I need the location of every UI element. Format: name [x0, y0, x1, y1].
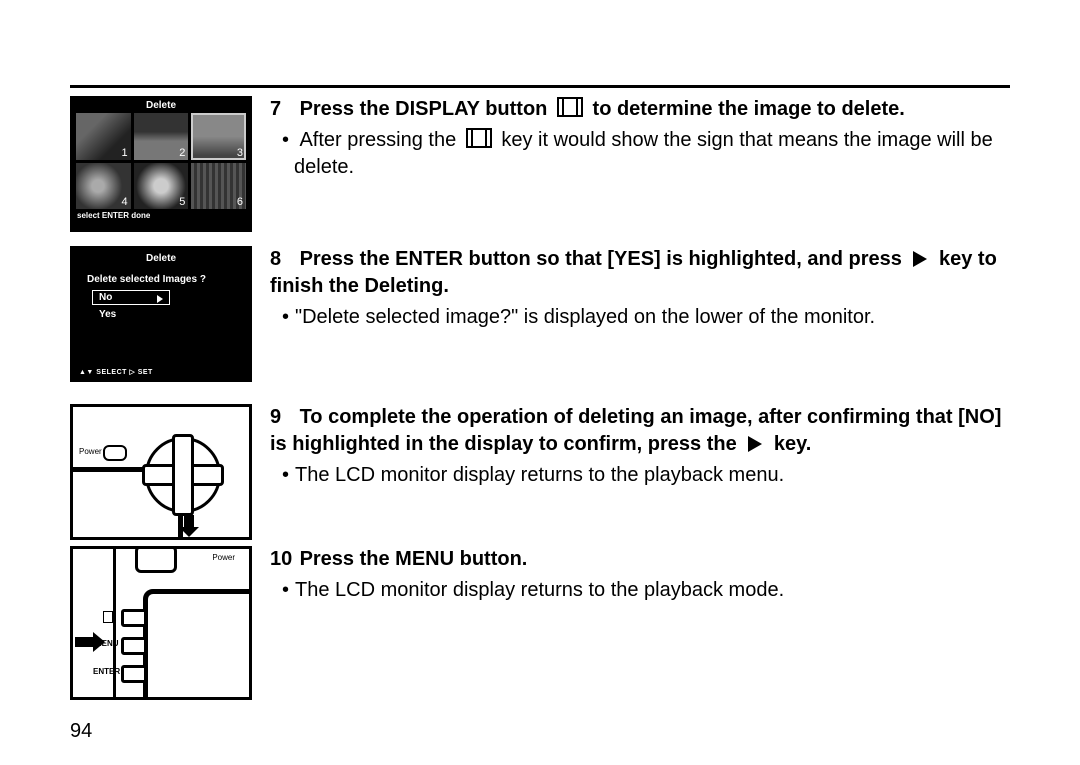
right-triangle-icon: [913, 251, 927, 267]
display-side-label: [103, 611, 115, 623]
option-no: No: [93, 291, 169, 304]
step-10-heading: 10 Press the MENU button.: [270, 546, 1010, 573]
step-9-heading: 9 To complete the operation of deleting …: [270, 404, 1010, 458]
arrow-down-icon: [184, 515, 194, 529]
lcd1-title: Delete: [73, 99, 249, 113]
right-triangle-icon: [157, 295, 163, 303]
enter-side-button: [121, 665, 147, 683]
display-button-icon: [466, 128, 492, 148]
thumbnail-3: 3: [191, 113, 246, 160]
power-label: Power: [79, 447, 102, 456]
step-8-row: Delete Delete selected Images ? No Yes ▲…: [70, 246, 1010, 382]
display-button-icon: [557, 97, 583, 117]
thumbnail-6: 6: [191, 163, 246, 210]
step-7-bullet: After pressing the key it would show the…: [270, 127, 1010, 181]
dpad-icon: [145, 437, 221, 513]
step-7-row: Delete 1 2 3 4 5 6 select ENTER done 7 P…: [70, 96, 1010, 232]
right-triangle-icon: [748, 436, 762, 452]
menu-side-button: [121, 637, 147, 655]
step-9-bullet: The LCD monitor display returns to the p…: [270, 462, 1010, 489]
lcd-delete-thumbnails: Delete 1 2 3 4 5 6 select ENTER done: [70, 96, 252, 232]
step-7-heading: 7 Press the DISPLAY button to determine …: [270, 96, 1010, 123]
lcd2-footer: ▲▼ SELECT ▷ SET: [79, 368, 153, 376]
option-yes: Yes: [93, 308, 169, 321]
lcd2-title: Delete: [73, 249, 249, 264]
thumbnail-1: 1: [76, 113, 131, 160]
lcd-delete-confirm: Delete Delete selected Images ? No Yes ▲…: [70, 246, 252, 382]
step-9-row: Power 9 To complete the operation of del…: [70, 404, 1010, 540]
lcd-counter-icon: [135, 546, 177, 573]
thumbnail-5: 5: [134, 163, 189, 210]
step-8-heading: 8 Press the ENTER button so that [YES] i…: [270, 246, 1010, 300]
step-10-bullet: The LCD monitor display returns to the p…: [270, 577, 1010, 604]
arrow-right-icon: [75, 637, 97, 647]
camera-back-menu: Power MENU ENTER: [70, 546, 252, 700]
lcd2-question: Delete selected Images ?: [73, 264, 249, 291]
display-side-button: [121, 609, 147, 627]
thumbnail-4: 4: [76, 163, 131, 210]
page-number: 94: [70, 720, 92, 743]
lcd1-footer: select ENTER done: [73, 209, 249, 222]
thumbnail-2: 2: [134, 113, 189, 160]
step-10-row: Power MENU ENTER 10 Press the MENU butto…: [70, 546, 1010, 700]
enter-side-label: ENTER: [93, 667, 120, 676]
power-switch-icon: [103, 445, 127, 461]
camera-back-dpad: Power: [70, 404, 252, 540]
power-label: Power: [212, 553, 235, 562]
manual-page: Delete 1 2 3 4 5 6 select ENTER done 7 P…: [70, 85, 1010, 700]
step-8-bullet: "Delete selected image?" is displayed on…: [270, 304, 1010, 331]
